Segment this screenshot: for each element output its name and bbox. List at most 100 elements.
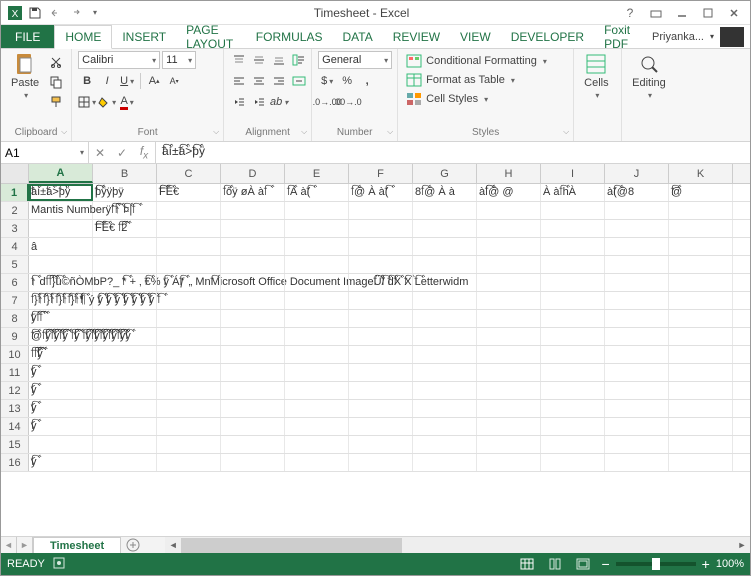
cell[interactable] xyxy=(93,202,157,219)
cell[interactable] xyxy=(285,418,349,435)
row-header[interactable]: 3 xyxy=(1,220,29,237)
cell[interactable] xyxy=(605,202,669,219)
cell[interactable] xyxy=(221,382,285,399)
cell[interactable] xyxy=(605,400,669,417)
cell[interactable] xyxy=(413,328,477,345)
close-icon[interactable] xyxy=(722,3,746,23)
cell[interactable]: â xyxy=(29,238,93,255)
cell[interactable] xyxy=(669,202,733,219)
cell[interactable] xyxy=(477,346,541,363)
cell[interactable] xyxy=(413,382,477,399)
cell[interactable]: ￯ ￯ ￯￯ý xyxy=(29,346,93,363)
cell[interactable] xyxy=(285,382,349,399)
underline-button[interactable]: U▾ xyxy=(118,72,136,90)
horizontal-scrollbar[interactable]: ◄ ► xyxy=(165,537,750,553)
ribbon-display-icon[interactable] xyxy=(644,3,668,23)
cell[interactable] xyxy=(93,364,157,381)
cell[interactable] xyxy=(221,436,285,453)
align-middle-icon[interactable] xyxy=(250,51,268,69)
row-header[interactable]: 11 xyxy=(1,364,29,381)
cell[interactable] xyxy=(157,220,221,237)
row-header[interactable]: 10 xyxy=(1,346,29,363)
format-as-table-button[interactable]: Format as Table▾ xyxy=(404,72,517,88)
redo-icon[interactable] xyxy=(67,5,83,21)
row-header[interactable]: 12 xyxy=(1,382,29,399)
row-header[interactable]: 13 xyxy=(1,400,29,417)
cell[interactable] xyxy=(349,400,413,417)
cell[interactable] xyxy=(541,256,605,273)
cell[interactable] xyxy=(413,292,477,309)
cell[interactable] xyxy=(541,436,605,453)
cell[interactable]: ￯@￯ ￯￯ý￯ ￯￯ý￯ ￯￯ý ￯ ￯￯ý ￯ ￯￯ý￯ ￯￯ý￯ ￯￯ý￯… xyxy=(29,328,93,345)
cell[interactable] xyxy=(285,364,349,381)
cell[interactable] xyxy=(285,328,349,345)
view-page-layout-icon[interactable] xyxy=(545,556,565,572)
cell[interactable] xyxy=(221,328,285,345)
cell[interactable] xyxy=(349,436,413,453)
cell[interactable] xyxy=(93,310,157,327)
font-color-icon[interactable]: A▾ xyxy=(118,93,136,111)
cell[interactable] xyxy=(541,310,605,327)
cell[interactable] xyxy=(349,418,413,435)
cell[interactable] xyxy=(477,256,541,273)
row-header[interactable]: 14 xyxy=(1,418,29,435)
cell[interactable] xyxy=(157,328,221,345)
cell[interactable]: 8￯ @ À à xyxy=(413,184,477,201)
cell[interactable] xyxy=(349,328,413,345)
cell[interactable] xyxy=(477,436,541,453)
cell[interactable] xyxy=(29,436,93,453)
column-header[interactable]: A xyxy=(29,164,93,183)
column-header[interactable]: J xyxy=(605,164,669,183)
cell[interactable] xyxy=(541,382,605,399)
user-account[interactable]: Priyanka... ▾ xyxy=(646,25,750,48)
column-header[interactable]: H xyxy=(477,164,541,183)
name-box[interactable]: A1▾ xyxy=(1,142,89,163)
cell[interactable] xyxy=(221,454,285,471)
cell[interactable] xyxy=(541,292,605,309)
editing-button[interactable]: Editing▾ xyxy=(628,51,670,102)
cell[interactable]: À à￯ hÀ xyxy=(541,184,605,201)
cell[interactable] xyxy=(93,382,157,399)
cell[interactable] xyxy=(669,364,733,381)
cell[interactable] xyxy=(349,382,413,399)
cell[interactable] xyxy=(669,328,733,345)
cell[interactable] xyxy=(285,346,349,363)
cell[interactable] xyxy=(669,310,733,327)
cell[interactable] xyxy=(349,364,413,381)
row-header[interactable]: 6 xyxy=(1,274,29,291)
cell[interactable] xyxy=(477,238,541,255)
cell[interactable] xyxy=(221,292,285,309)
cell[interactable]: Mantis Numberÿ￯ˆ￯↑ ￯¤|￯ xyxy=(29,202,93,219)
cell[interactable] xyxy=(93,454,157,471)
cell[interactable] xyxy=(669,418,733,435)
cell[interactable] xyxy=(477,328,541,345)
cell[interactable] xyxy=(93,292,157,309)
row-header[interactable]: 7 xyxy=(1,292,29,309)
cell[interactable] xyxy=(285,310,349,327)
column-header[interactable]: F xyxy=(349,164,413,183)
align-top-icon[interactable] xyxy=(230,51,248,69)
cell[interactable] xyxy=(413,346,477,363)
cell[interactable]: ￯àí±￯á>￯þÿ xyxy=(29,184,93,201)
cell[interactable] xyxy=(93,418,157,435)
zoom-slider[interactable] xyxy=(616,562,696,566)
cell[interactable] xyxy=(157,436,221,453)
cell[interactable]: ￯@ xyxy=(669,184,733,201)
cut-icon[interactable] xyxy=(47,53,65,71)
cell[interactable] xyxy=(157,202,221,219)
cell[interactable] xyxy=(413,436,477,453)
cell[interactable] xyxy=(221,400,285,417)
cell[interactable] xyxy=(477,364,541,381)
new-sheet-button[interactable] xyxy=(121,537,145,553)
font-size-select[interactable]: 11▾ xyxy=(162,51,196,69)
copy-icon[interactable] xyxy=(47,73,65,91)
cell[interactable] xyxy=(413,274,477,291)
cell[interactable] xyxy=(349,202,413,219)
align-bottom-icon[interactable] xyxy=(270,51,288,69)
cell[interactable] xyxy=(221,310,285,327)
cell[interactable] xyxy=(157,256,221,273)
undo-icon[interactable] xyxy=(47,5,63,21)
cell[interactable]: ￯ÿ￯ ￯ xyxy=(29,310,93,327)
increase-indent-icon[interactable] xyxy=(250,93,268,111)
cell[interactable] xyxy=(93,238,157,255)
